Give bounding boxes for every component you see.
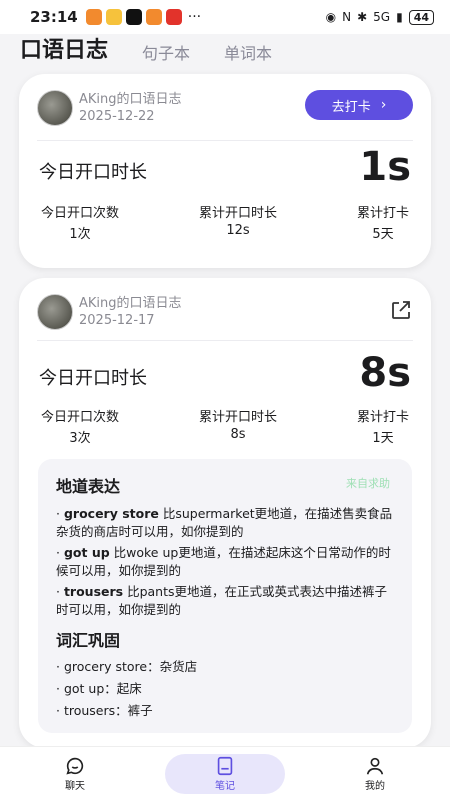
notes-icon	[217, 756, 233, 776]
tips-title: 地道表达	[56, 477, 121, 496]
app-icon	[85, 9, 102, 25]
signal-icon: ▮	[396, 10, 403, 24]
eye-icon: ◉	[325, 10, 337, 24]
user-row: AKing的口语日志 2025-12-22	[37, 90, 182, 126]
status-right: ◉ N ✱ 5G ▮ 44	[325, 9, 434, 25]
stats-row: 今日开口次数 1次 累计开口时长 12s 累计打卡 5天	[19, 202, 431, 242]
vocab-item: · trousers：裤子	[56, 703, 153, 718]
status-app-icons	[85, 9, 182, 25]
tip-term: got up	[63, 545, 110, 560]
bottom-nav: 聊天 笔记 我的	[0, 746, 450, 800]
tab-speaking-log[interactable]: 口语日志	[20, 32, 108, 64]
vocab-item: · got up：起床	[56, 681, 142, 696]
stat-total-checkin: 累计打卡 1天	[357, 406, 409, 446]
user-name: AKing的口语日志	[79, 92, 182, 107]
user-row: AKing的口语日志 2025-12-17	[37, 294, 182, 330]
header-tabs: 口语日志 句子本 单词本	[0, 34, 450, 64]
stat-label: 累计打卡	[356, 410, 409, 425]
stat-value: 12s	[226, 223, 250, 238]
person-icon	[366, 757, 384, 775]
stat-total-checkin: 累计打卡 5天	[357, 202, 409, 242]
battery-icon: 44	[408, 9, 434, 25]
stat-value: 5天	[372, 227, 394, 242]
stat-today-count: 今日开口次数 1次	[41, 202, 119, 242]
log-card[interactable]: AKing的口语日志 2025-12-22 去打卡 › 今日开口时长 1s 今日…	[19, 74, 431, 268]
today-duration-value: 1s	[359, 144, 411, 190]
log-date: 2025-12-22	[79, 109, 155, 124]
divider	[37, 340, 413, 341]
user-name: AKing的口语日志	[79, 296, 182, 311]
tab-word-book[interactable]: 单词本	[224, 40, 272, 64]
stat-label: 累计打卡	[356, 206, 409, 221]
vocab-item: · grocery store：杂货店	[56, 659, 198, 674]
avatar	[37, 294, 73, 330]
vocab-title: 词汇巩固	[56, 631, 121, 650]
expression-tips-box: 来自求助 地道表达 · grocery store 比supermarket更地…	[38, 459, 412, 733]
log-card[interactable]: AKing的口语日志 2025-12-17 今日开口时长 8s 今日开口次数 3…	[19, 278, 431, 748]
tab-sentence-book[interactable]: 句子本	[142, 40, 190, 64]
signal-text: 5G	[373, 10, 391, 24]
status-bar: 23:14 ··· ◉ N ✱ 5G ▮ 44	[0, 0, 450, 34]
tip-term: trousers	[63, 584, 124, 599]
stat-value: 3次	[69, 431, 91, 446]
tip-source-badge: 来自求助	[346, 477, 390, 490]
app-icon	[145, 9, 162, 25]
vocab-text: grocery store：杂货店	[63, 659, 198, 674]
today-duration-label: 今日开口时长	[39, 162, 147, 183]
stat-label: 今日开口次数	[41, 410, 120, 425]
tiktok-icon	[125, 9, 142, 25]
stats-row: 今日开口次数 3次 累计开口时长 8s 累计打卡 1天	[19, 406, 431, 446]
divider	[37, 140, 413, 141]
nfc-icon: N	[342, 10, 352, 24]
tip-item: · got up 比woke up更地道，在描述起床这个日常动作的时候可以用，如…	[56, 545, 391, 578]
app-icon	[165, 9, 182, 25]
log-date: 2025-12-17	[79, 313, 155, 328]
nav-notes-label: 笔记	[215, 781, 235, 792]
stat-value: 1次	[69, 227, 91, 242]
status-time: 23:14	[30, 8, 78, 26]
nav-chat-label: 聊天	[65, 781, 85, 792]
stat-value: 1天	[372, 431, 394, 446]
chevron-right-icon: ›	[380, 97, 387, 113]
vocab-text: trousers：裤子	[63, 703, 153, 718]
tip-item: · grocery store 比supermarket更地道，在描述售卖食品杂…	[56, 506, 393, 539]
more-notifications: ···	[187, 9, 202, 25]
nav-chat[interactable]: 聊天	[15, 754, 135, 794]
bluetooth-icon: ✱	[357, 10, 368, 24]
check-in-button[interactable]: 去打卡 ›	[305, 90, 413, 120]
stat-label: 今日开口次数	[41, 206, 120, 221]
avatar	[37, 90, 73, 126]
stat-value: 8s	[230, 427, 246, 442]
stat-total-duration: 累计开口时长 12s	[199, 202, 277, 242]
stat-total-duration: 累计开口时长 8s	[199, 406, 277, 446]
nav-me[interactable]: 我的	[315, 754, 435, 794]
app-icon	[105, 9, 122, 25]
today-duration-value: 8s	[359, 350, 411, 396]
vocab-text: got up：起床	[63, 681, 142, 696]
tip-term: grocery store	[63, 506, 159, 521]
chat-icon	[66, 757, 84, 775]
today-duration-label: 今日开口时长	[39, 368, 147, 389]
stat-label: 累计开口时长	[198, 410, 277, 425]
stat-label: 累计开口时长	[198, 206, 277, 221]
stat-today-count: 今日开口次数 3次	[41, 406, 119, 446]
tip-item: · trousers 比pants更地道，在正式或英式表达中描述裤子时可以用，如…	[56, 584, 388, 617]
nav-me-label: 我的	[365, 781, 385, 792]
check-in-label: 去打卡	[331, 99, 371, 115]
nav-notes[interactable]: 笔记	[165, 753, 285, 794]
share-icon[interactable]	[389, 298, 413, 322]
